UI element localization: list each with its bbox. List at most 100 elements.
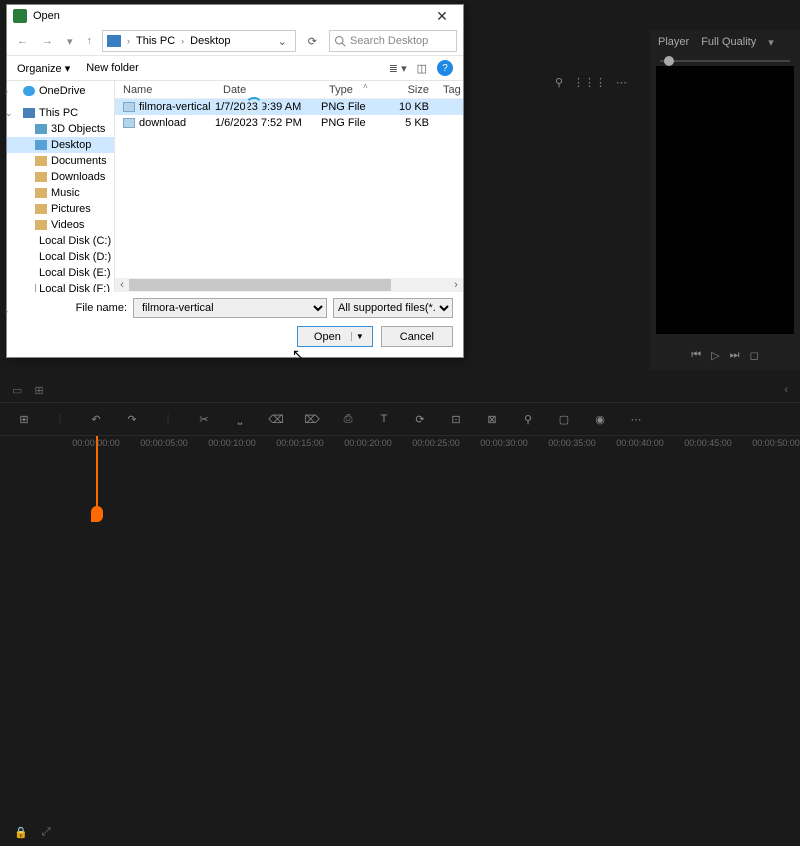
tool-7-icon[interactable]: ⌫	[268, 413, 284, 426]
prev-icon[interactable]: ⏮	[691, 349, 701, 362]
tree-this-pc[interactable]: ⌄This PC	[7, 105, 114, 121]
panel2-icon[interactable]: ⊞	[34, 384, 43, 397]
tree-label: Videos	[51, 219, 84, 231]
ico-down-icon	[35, 172, 47, 182]
preview-icon[interactable]: ◫	[417, 62, 427, 75]
col-tags: Tag	[435, 84, 463, 96]
ruler-tick: 00:00:00:00	[72, 438, 120, 448]
tool-1-icon: |	[52, 413, 68, 425]
organize-menu[interactable]: Organize ▾	[17, 62, 70, 75]
col-name: Name	[115, 84, 215, 96]
search-input[interactable]: Search Desktop	[329, 30, 457, 52]
ico-cloud-icon	[23, 86, 35, 96]
sort-icon[interactable]: ⋮⋮⋮	[573, 76, 606, 89]
ruler-tick: 00:00:05:00	[140, 438, 188, 448]
tree-local-disk-e-[interactable]: Local Disk (E:)	[7, 265, 114, 281]
ruler-tick: 00:00:40:00	[616, 438, 664, 448]
play-icon[interactable]: ▷	[711, 349, 719, 362]
filetype-filter[interactable]: All supported files(*.MP4;*.FLV;	[333, 298, 453, 318]
tree-local-disk-d-[interactable]: Local Disk (D:)	[7, 249, 114, 265]
tree-label: Local Disk (F:)	[39, 283, 110, 292]
stop-icon[interactable]: ◻	[750, 349, 759, 362]
file-row[interactable]: download1/6/2023 7:52 PMPNG File5 KB	[115, 115, 463, 131]
loading-spinner-icon	[245, 97, 263, 115]
tool-17-icon[interactable]: ⋯	[628, 413, 644, 426]
png-icon	[123, 118, 135, 128]
open-dropdown-icon[interactable]: ▼	[351, 332, 368, 341]
ico-pic-icon	[35, 204, 47, 214]
file-size: 5 KB	[385, 117, 435, 129]
column-headers[interactable]: Name Date Type Size Tag ˄	[115, 81, 463, 99]
filename-field[interactable]: filmora-vertical	[133, 298, 327, 318]
close-icon[interactable]: ✕	[427, 8, 457, 25]
file-name: download	[139, 117, 186, 129]
panel-icon[interactable]: ▭	[12, 384, 22, 397]
scroll-left-icon: ‹	[115, 279, 129, 291]
tree-local-disk-c-[interactable]: Local Disk (C:)	[7, 233, 114, 249]
file-row[interactable]: filmora-vertical1/7/2023 9:39 AMPNG File…	[115, 99, 463, 115]
forward-icon: →	[38, 35, 57, 47]
timeline-ruler[interactable]: 00:00:00:0000:00:05:0000:00:10:0000:00:1…	[0, 436, 800, 464]
tree-music[interactable]: Music	[7, 185, 114, 201]
breadcrumb-pc[interactable]: This PC	[136, 35, 175, 47]
filter-icon[interactable]: ⚲	[555, 76, 563, 89]
tree-downloads[interactable]: Downloads	[7, 169, 114, 185]
tool-14-icon[interactable]: ⚲	[520, 413, 536, 426]
chevron-down-icon[interactable]: ⌄	[274, 35, 291, 48]
tool-15-icon[interactable]: ▢	[556, 413, 572, 426]
tool-4-icon: |	[160, 413, 176, 425]
open-button[interactable]: Open▼	[297, 326, 373, 347]
tool-3-icon[interactable]: ↷	[124, 413, 140, 426]
up-icon[interactable]: ↑	[83, 35, 97, 47]
track-icon-0[interactable]: 🔒	[14, 826, 28, 839]
more-icon[interactable]: ⋯	[616, 76, 627, 89]
tree-local-disk-f-[interactable]: Local Disk (F:)	[7, 281, 114, 292]
recent-icon[interactable]: ▾	[63, 35, 77, 48]
ruler-tick: 00:00:15:00	[276, 438, 324, 448]
tool-5-icon[interactable]: ✂	[196, 413, 212, 426]
collapse-icon[interactable]: ‹	[784, 384, 788, 396]
file-list[interactable]: Name Date Type Size Tag ˄ filmora-vertic…	[115, 81, 463, 292]
nav-tree[interactable]: ›OneDrive ⌄This PC 3D Objects Desktop Docume…	[7, 81, 115, 292]
ruler-tick: 00:00:25:00	[412, 438, 460, 448]
help-icon[interactable]: ?	[437, 60, 453, 76]
next-icon[interactable]: ⏭	[730, 349, 740, 362]
tool-9-icon[interactable]: ⎙	[340, 413, 356, 426]
tree-3d-objects[interactable]: 3D Objects	[7, 121, 114, 137]
media-toolbar: ⚲ ⋮⋮⋮ ⋯	[470, 70, 635, 94]
track-icon-1[interactable]: ⤢	[42, 826, 51, 839]
tool-11-icon[interactable]: ⟳	[412, 413, 428, 426]
tool-10-icon[interactable]: T	[376, 413, 392, 425]
col-date: Date	[215, 84, 321, 96]
refresh-icon[interactable]: ⟳	[302, 35, 323, 48]
tool-8-icon[interactable]: ⌦	[304, 413, 320, 426]
chevron-down-icon[interactable]: ▾	[768, 36, 774, 49]
tool-13-icon[interactable]: ⊠	[484, 413, 500, 426]
back-icon[interactable]: ←	[13, 35, 32, 47]
horizontal-scrollbar[interactable]: ‹ ›	[115, 278, 463, 292]
tool-2-icon[interactable]: ↶	[88, 413, 104, 426]
ico-desk-icon	[35, 140, 47, 150]
file-date: 1/6/2023 7:52 PM	[215, 117, 321, 129]
tree-onedrive[interactable]: ›OneDrive	[7, 83, 114, 99]
address-bar[interactable]: › This PC › Desktop ⌄	[102, 30, 296, 52]
tool-12-icon[interactable]: ⊡	[448, 413, 464, 426]
tree-label: Music	[51, 187, 80, 199]
tree-label: Pictures	[51, 203, 91, 215]
breadcrumb-desktop[interactable]: Desktop	[190, 35, 230, 47]
tree-label: 3D Objects	[51, 123, 105, 135]
ico-doc-icon	[35, 156, 47, 166]
tree-documents[interactable]: Documents	[7, 153, 114, 169]
tree-label: Documents	[51, 155, 107, 167]
new-folder-button[interactable]: New folder	[86, 62, 139, 74]
quality-select[interactable]: Full Quality	[701, 36, 756, 48]
tool-6-icon[interactable]: ⎵	[232, 413, 248, 426]
view-icon[interactable]: ≣ ▾	[389, 62, 407, 75]
tree-pictures[interactable]: Pictures	[7, 201, 114, 217]
tree-desktop[interactable]: Desktop	[7, 137, 114, 153]
cancel-button[interactable]: Cancel	[381, 326, 453, 347]
tool-0-icon[interactable]: ⊞	[16, 413, 32, 426]
tool-16-icon[interactable]: ◉	[592, 413, 608, 426]
tree-videos[interactable]: Videos	[7, 217, 114, 233]
tree-label: Local Disk (D:)	[39, 251, 111, 263]
